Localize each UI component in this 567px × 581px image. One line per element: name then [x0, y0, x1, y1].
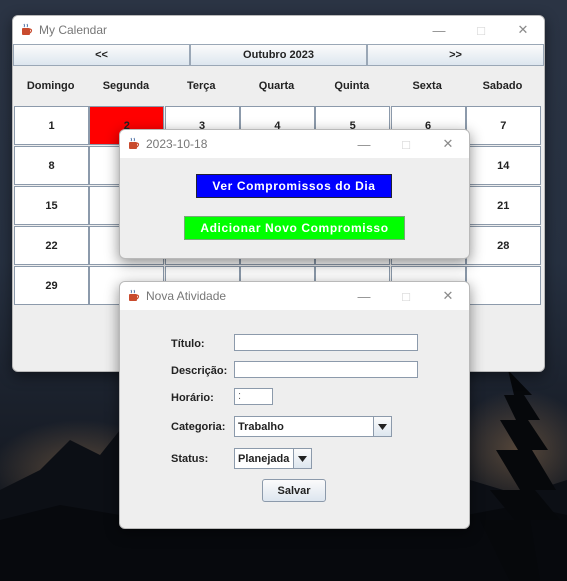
dialog-title: 2023-10-18	[146, 137, 208, 151]
chevron-down-icon[interactable]	[373, 417, 391, 436]
add-appointment-button[interactable]: Adicionar Novo Compromisso	[184, 216, 405, 240]
day-cell-8[interactable]: 8	[14, 146, 89, 185]
close-button[interactable]: ✕	[427, 282, 469, 310]
new-activity-dialog: Nova Atividade — □ ✕ Título: Descrição: …	[119, 281, 470, 529]
weekday-tuesday: Terça	[186, 80, 216, 92]
status-value: Planejada	[238, 452, 290, 465]
title-label: Título:	[171, 338, 205, 350]
minimize-button[interactable]: —	[343, 282, 385, 310]
status-select[interactable]: Planejada	[234, 448, 312, 469]
activity-dialog-titlebar[interactable]: Nova Atividade — □ ✕	[120, 282, 469, 310]
day-cell-14[interactable]: 14	[465, 146, 541, 185]
close-icon: ✕	[442, 288, 454, 303]
day-dialog: 2023-10-18 — □ ✕ Ver Compromissos do Dia…	[119, 129, 470, 259]
java-cup-icon	[22, 23, 33, 35]
weekday-wednesday: Quarta	[258, 80, 295, 92]
chevron-down-icon[interactable]	[293, 449, 311, 468]
prev-month-button[interactable]: <<	[13, 44, 190, 66]
weekday-thursday: Quinta	[334, 80, 370, 92]
day-cell-7[interactable]: 7	[465, 106, 541, 145]
weekday-header: Domingo Segunda Terça Quarta Quinta Sext…	[13, 66, 544, 106]
dialog-title: Nova Atividade	[146, 289, 227, 303]
view-appointments-button[interactable]: Ver Compromissos do Dia	[196, 174, 392, 198]
close-icon: ✕	[517, 22, 529, 37]
day-cell-29[interactable]: 29	[14, 266, 89, 305]
maximize-icon: □	[402, 288, 410, 304]
day-cell-1[interactable]: 1	[14, 106, 89, 145]
description-label: Descrição:	[171, 365, 228, 377]
day-cell-empty[interactable]	[465, 266, 541, 305]
day-dialog-titlebar[interactable]: 2023-10-18 — □ ✕	[120, 130, 469, 158]
time-label: Horário:	[171, 392, 214, 404]
status-label: Status:	[171, 453, 209, 465]
category-label: Categoria:	[171, 421, 226, 433]
close-icon: ✕	[442, 136, 454, 151]
category-select[interactable]: Trabalho	[234, 416, 392, 437]
title-field[interactable]	[234, 334, 418, 351]
maximize-button[interactable]: □	[385, 130, 427, 158]
java-cup-icon	[129, 289, 140, 301]
save-button[interactable]: Salvar	[262, 479, 326, 502]
java-cup-icon	[129, 137, 140, 149]
day-cell-15[interactable]: 15	[14, 186, 89, 225]
close-button[interactable]: ✕	[427, 130, 469, 158]
month-navigation: << Outubro 2023 >>	[13, 44, 544, 66]
minimize-icon: —	[357, 136, 371, 152]
day-cell-28[interactable]: 28	[465, 226, 541, 265]
maximize-button[interactable]: □	[385, 282, 427, 310]
minimize-button[interactable]: —	[418, 16, 460, 44]
window-title: My Calendar	[39, 23, 108, 37]
weekday-sunday: Domingo	[26, 80, 75, 92]
maximize-icon: □	[477, 22, 485, 38]
description-field[interactable]	[234, 361, 418, 378]
weekday-monday: Segunda	[102, 80, 150, 92]
next-month-button[interactable]: >>	[367, 44, 544, 66]
minimize-icon: —	[357, 288, 371, 304]
minimize-button[interactable]: —	[343, 130, 385, 158]
time-field[interactable]: :	[234, 388, 273, 405]
maximize-button[interactable]: □	[460, 16, 502, 44]
month-label-button[interactable]: Outubro 2023	[190, 44, 367, 66]
day-cell-21[interactable]: 21	[465, 186, 541, 225]
calendar-titlebar[interactable]: My Calendar — □ ✕	[13, 16, 544, 44]
minimize-icon: —	[432, 22, 446, 38]
weekday-friday: Sexta	[412, 80, 442, 92]
category-value: Trabalho	[238, 420, 284, 433]
maximize-icon: □	[402, 136, 410, 152]
weekday-saturday: Sabado	[482, 80, 523, 92]
close-button[interactable]: ✕	[502, 16, 544, 44]
day-cell-22[interactable]: 22	[14, 226, 89, 265]
